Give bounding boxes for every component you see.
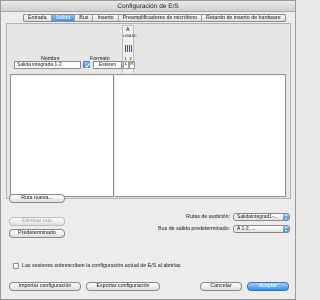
cancel-button[interactable]: Cancelar [200,282,242,291]
sessions-override-checkbox[interactable] [13,263,19,269]
import-settings-button[interactable]: Importar configuración [9,282,81,291]
audition-paths-value: SalidaIntegrad1-... [237,214,278,220]
path-name-field[interactable]: Salida integrada 1-2 [14,61,81,69]
tab-bar: Entrada Salida Bus Inserto Preamplificad… [23,14,286,22]
titlebar: Configuración de E/S [1,1,295,12]
path-active-checkbox[interactable] [83,61,91,69]
audition-paths-label: Rutas de audición: [186,214,230,220]
tab-output[interactable]: Salida [51,15,76,21]
new-path-button[interactable]: Ruta nueva... [9,194,65,203]
path-list [10,74,114,197]
window-title: Configuración de E/S [117,3,179,10]
delete-path-button[interactable]: Eliminar ruta [9,217,65,226]
channel-right-cell[interactable]: R [129,61,135,69]
path-format-field[interactable]: Estéreo [93,61,122,69]
tab-bus[interactable]: Bus [75,15,94,21]
sessions-override-label: Las sesiones sobrescriben la configuraci… [22,263,181,269]
ok-button[interactable]: Aceptar [247,282,289,291]
default-bus-select[interactable]: A 1-2, ... ▴ ▾ [233,225,290,233]
channel-bars-icon [124,45,133,52]
channel-grid [115,74,286,197]
device-name: USBAC [123,33,137,38]
export-settings-button[interactable]: Exportar configuración [86,282,160,291]
updown-icon: ▴ ▾ [283,213,289,221]
default-bus-value: A 1-2, ... [237,226,256,232]
tab-hw-insert-delay[interactable]: Retardo de inserto de hardware [202,15,285,21]
audition-paths-select[interactable]: SalidaIntegrad1-... ▴ ▾ [233,213,290,221]
output-panel: Nombre Formato A USBAC 1 2 Salida integr… [6,23,291,199]
default-bus-label: Bus de salida predeterminado: [158,226,230,232]
tab-insert[interactable]: Inserto [93,15,119,21]
tab-mic-preamps[interactable]: Preamplificadores de micrófono [119,15,203,21]
checkmark-icon [84,63,91,69]
default-button[interactable]: Predeterminado [9,229,65,238]
output-path-row: Salida integrada 1-2 Estéreo [14,61,122,69]
io-setup-window: Configuración de E/S Entrada Salida Bus … [0,0,296,300]
updown-icon: ▴ ▾ [283,225,289,233]
tab-input[interactable]: Entrada [24,15,52,21]
